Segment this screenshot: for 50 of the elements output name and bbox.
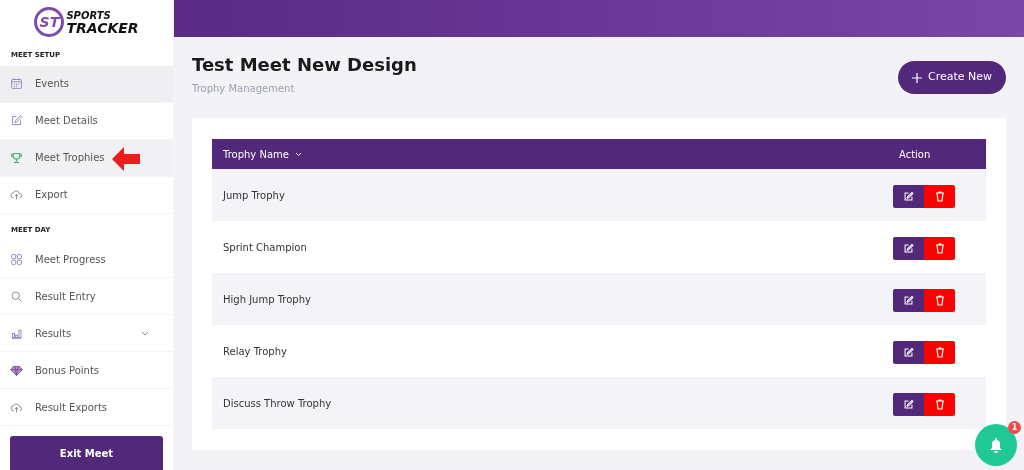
edit-icon xyxy=(903,242,914,254)
notification-count: 1 xyxy=(1008,421,1021,434)
edit-button[interactable] xyxy=(893,236,924,260)
cloud-upload-icon xyxy=(10,188,23,201)
delete-button[interactable] xyxy=(924,184,955,208)
edit-button[interactable] xyxy=(893,288,924,312)
column-header: Action xyxy=(898,147,932,162)
column-header[interactable]: Trophy Name xyxy=(212,146,893,162)
grid-icon xyxy=(10,252,23,266)
delete-button[interactable] xyxy=(924,392,955,416)
table-cell-text: Relay Trophy xyxy=(222,344,288,359)
logo-mark: ST xyxy=(34,7,65,37)
edit-icon xyxy=(903,398,914,410)
edit-icon xyxy=(10,114,23,127)
trash-icon xyxy=(934,190,945,202)
trash-icon xyxy=(934,294,945,306)
notification-button[interactable] xyxy=(975,424,1017,466)
trash-icon xyxy=(934,346,945,358)
bell-icon xyxy=(989,437,1003,453)
search-icon xyxy=(10,289,23,303)
logo-text: TRACKER xyxy=(66,22,139,34)
delete-button[interactable] xyxy=(924,340,955,364)
table-cell-text: Jump Trophy xyxy=(221,188,286,203)
delete-button[interactable] xyxy=(924,236,955,260)
plus-icon xyxy=(911,72,922,83)
table-cell-text: Sprint Champion xyxy=(222,240,308,255)
exit-meet-button[interactable]: Exit Meet xyxy=(10,436,163,470)
create-new-button[interactable]: Create New xyxy=(897,61,1006,94)
cloud-upload-icon xyxy=(10,400,23,414)
trash-icon xyxy=(934,242,945,254)
chevron-down-icon xyxy=(294,151,302,157)
edit-button[interactable] xyxy=(893,184,924,208)
delete-button[interactable] xyxy=(924,288,955,312)
calendar-icon xyxy=(10,77,23,90)
arrow-left-icon xyxy=(112,146,140,171)
trophy-icon xyxy=(10,151,23,164)
table-cell-text: High Jump Trophy xyxy=(222,292,312,307)
page-title: Test Meet New Design xyxy=(192,53,417,77)
table-cell-text: Discuss Throw Trophy xyxy=(222,396,333,411)
logo-text: SPORTS xyxy=(66,10,112,22)
page-subtitle: Trophy Management xyxy=(192,82,296,96)
edit-button[interactable] xyxy=(893,340,924,364)
trash-icon xyxy=(934,398,945,410)
edit-icon xyxy=(903,190,914,202)
sidebar-item[interactable]: Meet Trophies xyxy=(0,139,173,177)
sidebar-item[interactable]: Events xyxy=(0,65,173,103)
edit-button[interactable] xyxy=(893,392,924,416)
edit-icon xyxy=(903,294,914,306)
edit-icon xyxy=(903,346,914,358)
diamond-icon xyxy=(10,363,23,377)
